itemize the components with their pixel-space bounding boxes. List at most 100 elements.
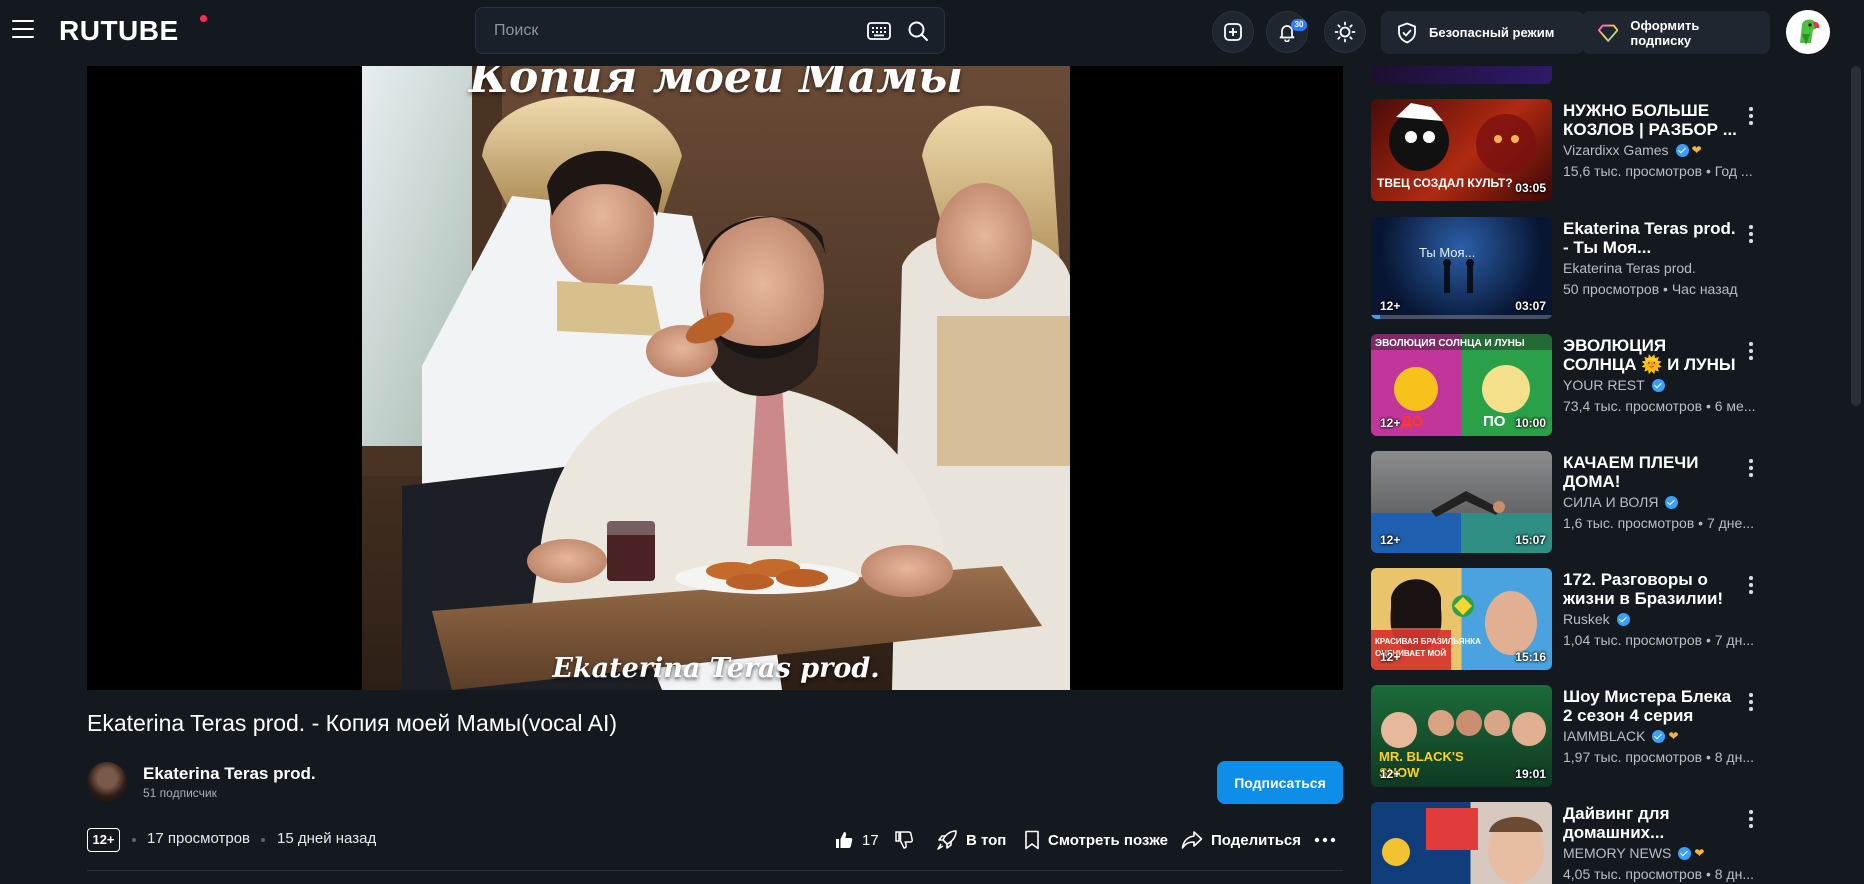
rutube-logo[interactable]: RUTUBE [59,15,179,47]
recommendations-sidebar: ТВЕЦ СОЗДАЛ КУЛЬТ? 03:05 НУЖНО БОЛЬШЕ КО… [1370,66,1770,884]
video-title[interactable]: НУЖНО БОЛЬШЕ КОЗЛОВ | РАЗБОР ... [1563,101,1741,139]
channel-name[interactable]: Ruskek [1563,611,1630,627]
bookmark-icon [1025,830,1039,850]
video-thumbnail[interactable]: 12+ 15:07 [1371,451,1552,553]
view-count: 17 просмотров [147,830,251,847]
video-title[interactable]: КАЧАЕМ ПЛЕЧИ ДОМА! [1563,453,1741,491]
dislike-button[interactable] [894,826,922,854]
recommendation-item[interactable]: ТВЕЦ СОЗДАЛ КУЛЬТ? 03:05 НУЖНО БОЛЬШЕ КО… [1370,99,1770,204]
theme-toggle-button[interactable] [1324,11,1366,53]
upload-button[interactable] [1212,11,1254,53]
recommendation-item[interactable]: Дайвинг для домашних... MEMORY NEWS ❤ 4,… [1370,802,1770,884]
more-vertical-icon[interactable] [1748,459,1754,479]
verified-icon [1651,378,1665,392]
meta-separator [261,838,265,842]
safe-mode-button[interactable]: Безопасный режим [1381,11,1584,54]
recommendation-item[interactable]: КРАСИВАЯ БРАЗИЛЬЯНКА ОЦЕНИВАЕТ МОЙ 12+ 1… [1370,568,1770,673]
channel-name[interactable]: Ekaterina Teras prod. [143,764,316,784]
video-stats: 1,97 тыс. просмотров • 8 дн... [1563,749,1754,765]
diamond-icon [1598,24,1619,42]
video-overlay-title: Копия моей Мамы [469,66,963,103]
video-thumbnail[interactable]: Ты Моя... 12+ 03:07 [1371,217,1552,319]
channel-name[interactable]: Vizardixx Games ❤ [1563,142,1702,158]
video-title: Ekaterina Teras prod. - Копия моей Мамы(… [87,710,618,736]
subscribe-button[interactable]: Подписаться [1217,761,1343,804]
notifications-button[interactable]: 30 [1266,11,1308,53]
video-duration: 19:01 [1515,767,1546,781]
video-title[interactable]: Ekaterina Teras prod. - Ты Моя... [1563,219,1741,257]
thumbs-up-icon [836,832,853,848]
channel-name[interactable]: IAMMBLACK ❤ [1563,728,1679,744]
video-title[interactable]: ЭВОЛЮЦИЯ СОЛНЦА 🌞 И ЛУНЫ🌛 ВСЕ... [1563,336,1741,374]
search-icon[interactable] [907,20,929,42]
top-header: RUTUBE 30 [0,0,1864,66]
svg-text:Ты Моя...: Ты Моя... [1419,245,1475,260]
share-button[interactable]: Поделиться [1181,826,1301,854]
safe-mode-label: Безопасный режим [1429,25,1555,40]
video-thumbnail[interactable] [1371,802,1552,884]
channel-label: Ruskek [1563,611,1610,627]
search-box [475,7,945,54]
rocket-icon [937,830,957,850]
video-duration: 15:16 [1515,650,1546,664]
video-thumbnail[interactable]: КРАСИВАЯ БРАЗИЛЬЯНКА ОЦЕНИВАЕТ МОЙ 12+ 1… [1371,568,1552,670]
recommendation-item[interactable]: ЭВОЛЮЦИЯ СОЛНЦА И ЛУНЫ ДО ПО 12+ 10:00 Э… [1370,334,1770,439]
channel-name[interactable]: MEMORY NEWS ❤ [1563,845,1704,861]
video-thumbnail[interactable]: MR. BLACK'S SHOW 12+ 19:01 [1371,685,1552,787]
verified-icon [1616,612,1630,626]
age-rating: 12+ [1380,299,1401,313]
video-stats: 15,6 тыс. просмотров • Год ... [1563,163,1753,179]
recommendation-item[interactable]: Ты Моя... 12+ 03:07 Ekaterina Teras prod… [1370,217,1770,322]
recommendation-item[interactable]: 12+ 15:07 КАЧАЕМ ПЛЕЧИ ДОМА! СИЛА И ВОЛЯ… [1370,451,1770,556]
more-vertical-icon[interactable] [1748,693,1754,713]
search-input[interactable] [494,20,824,42]
previous-recommendation-stub[interactable] [1370,66,1770,84]
thumbnail-stub [1371,66,1552,84]
recommendation-item[interactable]: MR. BLACK'S SHOW 12+ 19:01 Шоу Мистера Б… [1370,685,1770,790]
channel-avatar[interactable] [87,762,127,802]
premium-subscribe-button[interactable]: Оформить подписку [1582,11,1770,54]
premium-subscribe-label: Оформить подписку [1630,17,1700,48]
video-duration: 03:05 [1515,181,1546,195]
add-video-icon [1224,23,1242,41]
svg-text:MR. BLACK'S: MR. BLACK'S [1379,749,1464,764]
age-rating: 12+ [1380,533,1401,547]
keyboard-icon[interactable] [867,21,891,41]
user-avatar[interactable] [1786,10,1830,54]
like-button[interactable]: 17 [834,826,879,854]
watch-later-button[interactable]: Смотреть позже [1024,826,1168,854]
section-divider [87,870,1343,871]
share-arrow-icon [1181,831,1203,849]
channel-name[interactable]: YOUR REST [1563,377,1665,393]
channel-name[interactable]: Ekaterina Teras prod. [1563,260,1696,276]
thumbs-down-icon [895,831,914,849]
video-duration: 03:07 [1515,299,1546,313]
more-options-button[interactable] [1314,826,1344,854]
menu-icon[interactable] [12,20,34,42]
shield-icon [1398,22,1416,43]
video-thumbnail[interactable]: ТВЕЦ СОЗДАЛ КУЛЬТ? 03:05 [1371,99,1552,201]
video-thumbnail[interactable]: ЭВОЛЮЦИЯ СОЛНЦА И ЛУНЫ ДО ПО 12+ 10:00 [1371,334,1552,436]
more-vertical-icon[interactable] [1748,810,1754,830]
svg-text:КРАСИВАЯ БРАЗИЛЬЯНКА: КРАСИВАЯ БРАЗИЛЬЯНКА [1375,637,1481,646]
video-title[interactable]: Дайвинг для домашних... [1563,804,1741,842]
heart-icon: ❤ [1694,846,1705,860]
svg-text:ЭВОЛЮЦИЯ СОЛНЦА И ЛУНЫ: ЭВОЛЮЦИЯ СОЛНЦА И ЛУНЫ [1375,338,1525,349]
more-vertical-icon[interactable] [1748,342,1754,362]
channel-label: Ekaterina Teras prod. [1563,260,1696,276]
more-vertical-icon[interactable] [1748,107,1754,127]
channel-subscribers: 51 подписчик [143,786,217,800]
more-vertical-icon[interactable] [1748,576,1754,596]
age-rating: 12+ [1380,767,1401,781]
channel-name[interactable]: СИЛА И ВОЛЯ [1563,494,1679,510]
video-stats: 1,6 тыс. просмотров • 7 дне... [1563,515,1754,531]
meta-separator [132,838,136,842]
more-vertical-icon[interactable] [1748,225,1754,245]
video-stats: 1,04 тыс. просмотров • 7 дн... [1563,632,1754,648]
page-scrollbar[interactable] [1851,66,1861,406]
to-top-button[interactable]: В топ [936,826,1006,854]
video-title[interactable]: 172. Разговоры о жизни в Бразилии! [1563,570,1741,608]
channel-label: YOUR REST [1563,377,1645,393]
video-player[interactable]: Копия моей Мамы Ekaterina Teras prod. [87,66,1343,690]
video-title[interactable]: Шоу Мистера Блека 2 сезон 4 серия [1563,687,1741,725]
